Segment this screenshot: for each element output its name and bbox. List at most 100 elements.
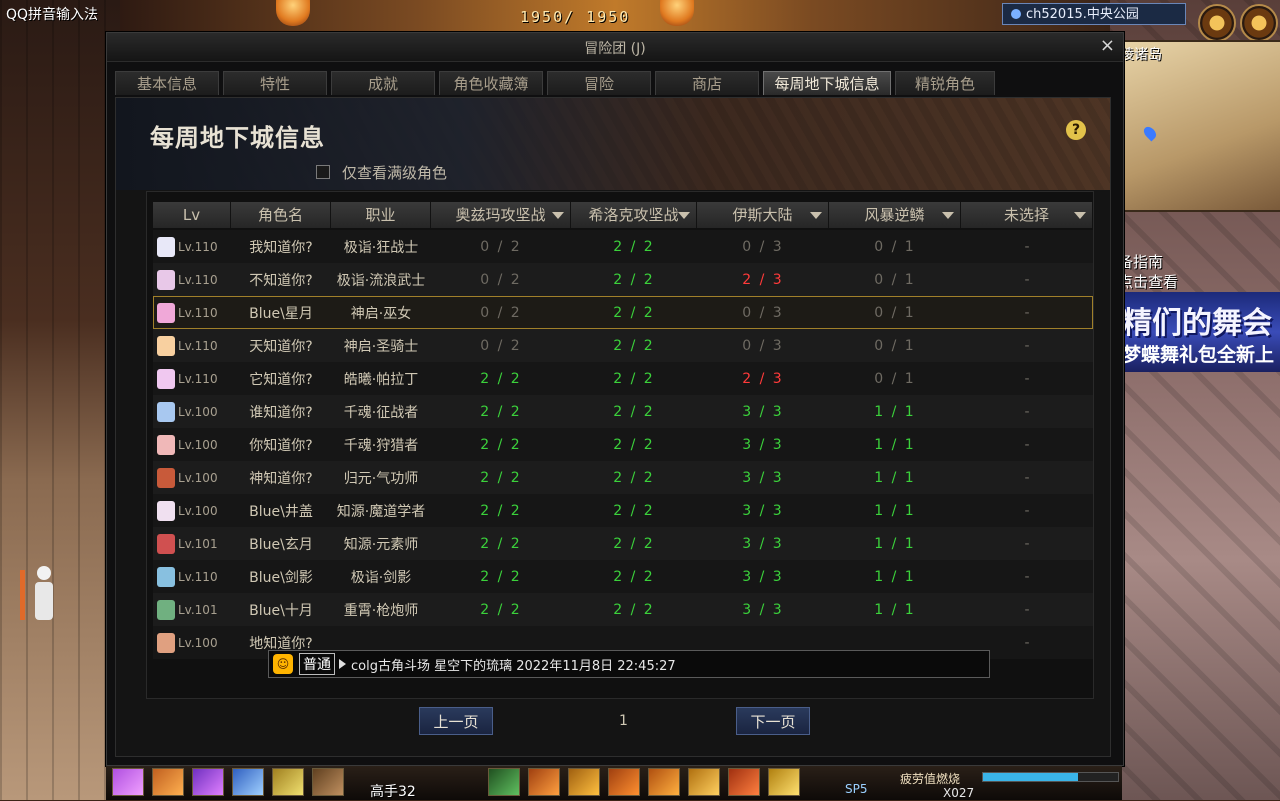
dungeon-3-progress: 3 / 3 <box>742 403 784 420</box>
level-cell: Lv.101 <box>153 599 231 620</box>
next-page-button[interactable]: 下一页 <box>736 707 810 735</box>
table-row[interactable]: Lv.101 Blue\玄月 知源·元素师 2 / 2 2 / 2 3 / 3 1 / 1 - <box>153 527 1093 560</box>
window-titlebar[interactable]: 冒险团 (J) × <box>107 33 1123 62</box>
character-class: 知源·元素师 <box>343 536 419 553</box>
dungeon-2-progress: 2 / 2 <box>613 535 655 552</box>
col-dungeon-5-dropdown[interactable]: 未选择 <box>961 202 1093 228</box>
event-banner[interactable]: 精们的舞会 梦蝶舞礼包全新上 <box>1118 292 1280 372</box>
tab-elite-characters[interactable]: 精锐角色 <box>895 71 995 95</box>
menu-orb-icon[interactable] <box>1198 4 1236 42</box>
table-row[interactable]: Lv.100 谁知道你? 千魂·征战者 2 / 2 2 / 2 3 / 3 1 / 1 - <box>153 395 1093 428</box>
skill-slot[interactable] <box>768 768 800 796</box>
skill-slot[interactable] <box>232 768 264 796</box>
skill-slot[interactable] <box>488 768 520 796</box>
tab-weekly-dungeon[interactable]: 每周地下城信息 <box>763 71 891 95</box>
dungeon-5-progress: - <box>1024 304 1030 321</box>
tab-adventure[interactable]: 冒险 <box>547 71 651 95</box>
compass-icon[interactable] <box>1240 4 1278 42</box>
level-value: Lv.100 <box>178 470 218 485</box>
col-dungeon-3-dropdown[interactable]: 伊斯大陆 <box>697 202 829 228</box>
sword-icon <box>20 570 25 620</box>
dungeon-5-progress: - <box>1024 634 1030 651</box>
chat-notification[interactable]: ☺ 普通 colg古角斗场 星空下的琉璃 2022年11月8日 22:45:27 <box>268 650 990 678</box>
dungeon-4-progress: 1 / 1 <box>874 568 916 585</box>
table-row[interactable]: Lv.110 不知道你? 极诣·流浪武士 0 / 2 2 / 2 2 / 3 0 / 1 - <box>153 263 1093 296</box>
level-value: Lv.101 <box>178 536 218 551</box>
server-channel[interactable]: ch52015.中央公园 <box>1002 3 1186 25</box>
max-level-filter[interactable]: 仅查看满级角色 <box>316 162 447 183</box>
skill-slot[interactable] <box>112 768 144 796</box>
skill-slot[interactable] <box>688 768 720 796</box>
table-row[interactable]: Lv.100 你知道你? 千魂·狩猎者 2 / 2 2 / 2 3 / 3 1 / 1 - <box>153 428 1093 461</box>
game-scene-left <box>0 0 120 800</box>
dungeon-4-progress: 1 / 1 <box>874 535 916 552</box>
level-value: Lv.100 <box>178 404 218 419</box>
col-dungeon-1-dropdown[interactable]: 奥兹玛攻坚战 <box>431 202 571 228</box>
prev-page-button[interactable]: 上一页 <box>419 707 493 735</box>
table-row[interactable]: Lv.110 天知道你? 神启·圣骑士 0 / 2 2 / 2 0 / 3 0 / 1 - <box>153 329 1093 362</box>
level-cell: Lv.110 <box>153 236 231 257</box>
level-cell: Lv.100 <box>153 401 231 422</box>
header-banner: 每周地下城信息 ? 仅查看满级角色 <box>116 98 1110 190</box>
dungeon-2-progress: 2 / 2 <box>613 304 655 321</box>
skill-slot[interactable] <box>192 768 224 796</box>
skill-slot[interactable] <box>648 768 680 796</box>
level-cell: Lv.100 <box>153 467 231 488</box>
table-row[interactable]: Lv.110 Blue\剑影 极诣·剑影 2 / 2 2 / 2 3 / 3 1 / 1 - <box>153 560 1093 593</box>
dungeon-4-progress: 0 / 1 <box>874 238 916 255</box>
dungeon-2-progress: 2 / 2 <box>613 601 655 618</box>
dungeon-1-progress: 2 / 2 <box>480 403 522 420</box>
chevron-down-icon <box>810 212 822 219</box>
tab-traits[interactable]: 特性 <box>223 71 327 95</box>
dungeon-2-progress: 2 / 2 <box>613 403 655 420</box>
tab-basic-info[interactable]: 基本信息 <box>115 71 219 95</box>
dungeon-5-progress: - <box>1024 403 1030 420</box>
help-icon[interactable]: ? <box>1066 120 1086 140</box>
avatar <box>157 335 175 356</box>
dungeon-1-progress: 0 / 2 <box>480 271 522 288</box>
col-dungeon-5-label: 未选择 <box>1003 206 1049 224</box>
guide-link[interactable]: 备指南 点击查看 <box>1118 252 1178 292</box>
dungeon-1-progress: 2 / 2 <box>480 469 522 486</box>
player-level: 高手32 <box>370 784 416 800</box>
skill-slot[interactable] <box>568 768 600 796</box>
checkbox[interactable] <box>316 165 330 179</box>
skill-slot[interactable] <box>528 768 560 796</box>
table-row[interactable]: Lv.110 它知道你? 皓曦·帕拉丁 2 / 2 2 / 2 2 / 3 0 / 1 - <box>153 362 1093 395</box>
fatigue-bar <box>982 772 1119 782</box>
table-row[interactable]: Lv.110 我知道你? 极诣·狂战士 0 / 2 2 / 2 0 / 3 0 / 1 - <box>153 230 1093 263</box>
col-dungeon-4-dropdown[interactable]: 风暴逆鳞 <box>829 202 961 228</box>
avatar <box>157 500 175 521</box>
dungeon-1-progress: 2 / 2 <box>480 601 522 618</box>
table-row[interactable]: Lv.100 Blue\井盖 知源·魔道学者 2 / 2 2 / 2 3 / 3 1 / 1… <box>153 494 1093 527</box>
skill-slot[interactable] <box>152 768 184 796</box>
chevron-down-icon <box>678 212 690 219</box>
dungeon-1-progress: 2 / 2 <box>480 436 522 453</box>
skill-slot[interactable] <box>608 768 640 796</box>
skill-slot[interactable] <box>728 768 760 796</box>
level-value: Lv.110 <box>178 371 218 386</box>
skill-slot[interactable] <box>272 768 304 796</box>
table-row[interactable]: Lv.101 Blue\十月 重霄·枪炮师 2 / 2 2 / 2 3 / 3 1 / 1 - <box>153 593 1093 626</box>
close-icon[interactable]: × <box>1100 35 1115 56</box>
level-value: Lv.110 <box>178 272 218 287</box>
skill-slot[interactable] <box>312 768 344 796</box>
level-value: Lv.100 <box>178 635 218 650</box>
table-row[interactable]: Lv.100 神知道你? 归元·气功师 2 / 2 2 / 2 3 / 3 1 / 1 - <box>153 461 1093 494</box>
character-class: 极诣·狂战士 <box>343 239 419 256</box>
col-dungeon-2-dropdown[interactable]: 希洛克攻坚战 <box>571 202 697 228</box>
table-row[interactable]: Lv.110 Blue\星月 神启·巫女 0 / 2 2 / 2 0 / 3 0 / 1 - <box>153 296 1093 329</box>
level-cell: Lv.100 <box>153 500 231 521</box>
sp-indicator: SP5 <box>845 782 868 796</box>
dungeon-1-progress: 0 / 2 <box>480 337 522 354</box>
minimap[interactable] <box>1118 40 1280 212</box>
avatar <box>157 599 175 620</box>
tab-character-collection[interactable]: 角色收藏簿 <box>439 71 543 95</box>
guide-line2: 点击查看 <box>1118 273 1179 291</box>
tab-shop[interactable]: 商店 <box>655 71 759 95</box>
table-header: Lv 角色名 职业 奥兹玛攻坚战 希洛克攻坚战 伊斯大陆 风暴逆鳞 未选择 <box>153 202 1093 228</box>
dungeon-2-progress: 2 / 2 <box>613 568 655 585</box>
tab-achievements[interactable]: 成就 <box>331 71 435 95</box>
level-cell: Lv.110 <box>153 566 231 587</box>
dungeon-2-progress: 2 / 2 <box>613 436 655 453</box>
